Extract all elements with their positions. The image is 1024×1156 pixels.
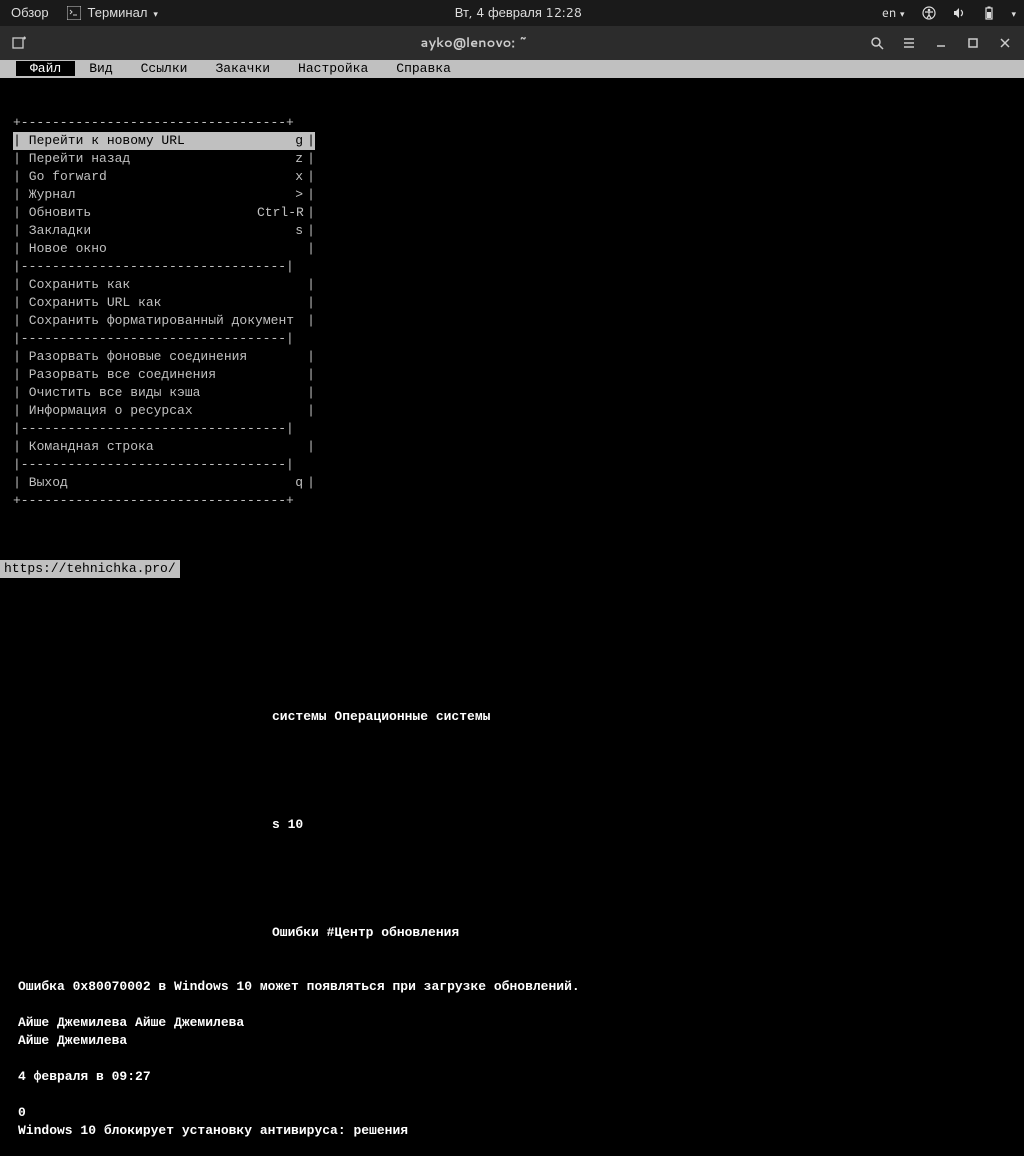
file-dropdown-menu: +----------------------------------+| Пе…	[13, 78, 315, 528]
gnome-topbar: Обзор Терминал ▾ Вт, 4 февраля 12:28 en …	[0, 0, 1024, 26]
menu-item[interactable]: | Перейти к новому URLg|	[13, 132, 315, 150]
search-icon[interactable]	[868, 34, 886, 52]
keyboard-layout-indicator[interactable]: en ▾	[879, 4, 908, 22]
clock[interactable]: Вт, 4 февраля 12:28	[158, 4, 879, 22]
menu-item[interactable]: | Новое окно|	[13, 240, 315, 258]
menubar-item-настройка[interactable]: Настройка	[284, 61, 382, 76]
minimize-button[interactable]	[932, 34, 950, 52]
content-line: системы Операционные системы	[272, 708, 580, 726]
hamburger-menu-icon[interactable]	[900, 34, 918, 52]
content-line: Айше Джемилева Айше Джемилева	[18, 1014, 580, 1032]
activities-button[interactable]: Обзор	[8, 4, 52, 22]
content-line: 4 февраля в 09:27	[18, 1068, 580, 1086]
battery-icon[interactable]	[981, 5, 997, 21]
system-menu-dropdown-icon[interactable]: ▾	[1011, 7, 1016, 20]
links-menubar: ФайлВидСсылкиЗакачкиНастройкаСправка	[0, 60, 1024, 78]
close-button[interactable]	[996, 34, 1014, 52]
content-line: Ошибка 0x80070002 в Windows 10 может поя…	[18, 978, 580, 996]
menu-separator: |----------------------------------|	[13, 420, 315, 438]
menubar-item-ссылки[interactable]: Ссылки	[127, 61, 202, 76]
menu-item[interactable]: | Разорвать все соединения|	[13, 366, 315, 384]
menu-item[interactable]: | ОбновитьCtrl-R|	[13, 204, 315, 222]
menu-item[interactable]: | Выходq|	[13, 474, 315, 492]
volume-icon[interactable]	[951, 5, 967, 21]
menu-item[interactable]: | Разорвать фоновые соединения|	[13, 348, 315, 366]
menu-separator: |----------------------------------|	[13, 258, 315, 276]
menu-separator: |----------------------------------|	[13, 330, 315, 348]
new-tab-icon[interactable]	[10, 34, 28, 52]
content-line: 0	[18, 1104, 580, 1122]
app-menu-label: Терминал	[88, 4, 148, 22]
window-titlebar: ayko@lenovo: ~	[0, 26, 1024, 60]
menu-item[interactable]: | Журнал>|	[13, 186, 315, 204]
maximize-button[interactable]	[964, 34, 982, 52]
menubar-item-справка[interactable]: Справка	[382, 61, 465, 76]
menu-item[interactable]: | Перейти назадz|	[13, 150, 315, 168]
menu-separator: +----------------------------------+	[13, 114, 315, 132]
menubar-item-вид[interactable]: Вид	[75, 61, 126, 76]
content-line	[18, 1050, 580, 1068]
menu-item[interactable]: | Сохранить URL как|	[13, 294, 315, 312]
window-title: ayko@lenovo: ~	[90, 34, 858, 52]
content-line: Windows 10 блокирует установку антивирус…	[18, 1122, 580, 1140]
accessibility-icon[interactable]	[921, 5, 937, 21]
menu-item[interactable]: | Сохранить как|	[13, 276, 315, 294]
app-menu[interactable]: Терминал ▾	[66, 4, 158, 22]
menu-separator: |----------------------------------|	[13, 456, 315, 474]
menu-item[interactable]: | Командная строка|	[13, 438, 315, 456]
menubar-item-закачки[interactable]: Закачки	[201, 61, 284, 76]
menu-item[interactable]: | Информация о ресурсах|	[13, 402, 315, 420]
menu-separator: +----------------------------------+	[13, 492, 315, 510]
menu-item[interactable]: | Сохранить форматированный документ|	[13, 312, 315, 330]
content-line: Ошибки #Центр обновления	[272, 924, 580, 942]
content-line: s 10	[272, 816, 580, 834]
content-line	[18, 996, 580, 1014]
content-line	[18, 1086, 580, 1104]
terminal-icon	[66, 5, 82, 21]
content-line: Айше Джемилева	[18, 1032, 580, 1050]
menubar-item-файл[interactable]: Файл	[16, 61, 75, 76]
menu-item[interactable]: | Закладкиs|	[13, 222, 315, 240]
status-bar: https://tehnichka.pro/	[0, 560, 180, 578]
content-line	[18, 1140, 580, 1156]
menu-item[interactable]: | Очистить все виды кэша|	[13, 384, 315, 402]
menu-item[interactable]: | Go forwardx|	[13, 168, 315, 186]
